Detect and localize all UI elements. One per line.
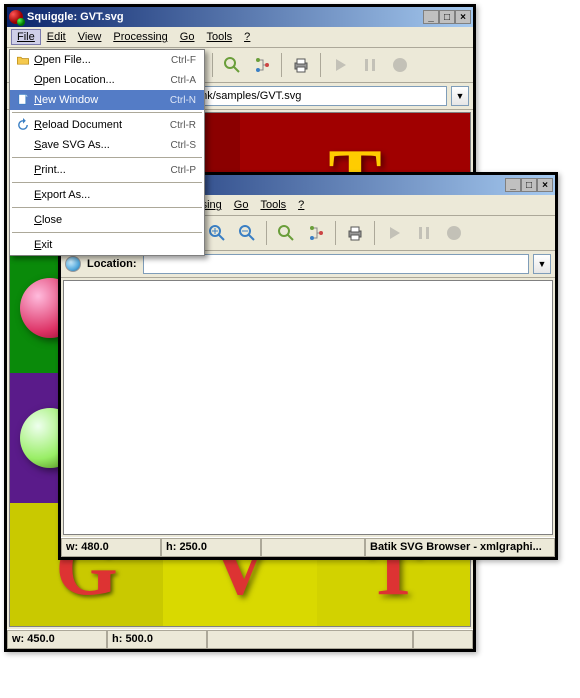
- close-button[interactable]: ×: [537, 178, 553, 192]
- menu-help[interactable]: ?: [238, 29, 256, 45]
- window-title: Squiggle: GVT.svg: [27, 11, 423, 23]
- status-width: w: 480.0: [61, 538, 161, 557]
- status-height: h: 250.0: [161, 538, 261, 557]
- menu-go[interactable]: Go: [174, 29, 201, 45]
- menu-item-reload-document[interactable]: Reload DocumentCtrl-R: [10, 115, 204, 135]
- dom-viewer-button[interactable]: [272, 219, 300, 247]
- menu-item-label: Save SVG As...: [32, 139, 170, 151]
- menu-processing[interactable]: Processing: [107, 29, 173, 45]
- location-input[interactable]: [143, 254, 530, 274]
- menu-item-shortcut: Ctrl-R: [170, 120, 200, 131]
- app-icon: [9, 10, 23, 24]
- menu-separator: [12, 112, 202, 113]
- chevron-down-icon: ▼: [456, 92, 465, 101]
- menu-help[interactable]: ?: [292, 197, 310, 213]
- menu-tools[interactable]: Tools: [254, 197, 292, 213]
- globe-icon: [65, 256, 81, 272]
- menu-item-save-svg-as[interactable]: Save SVG As...Ctrl-S: [10, 135, 204, 155]
- reload-icon: [14, 118, 32, 132]
- tree-button[interactable]: [302, 219, 330, 247]
- folder-icon: [14, 53, 32, 67]
- menu-separator: [12, 182, 202, 183]
- dom-viewer-button[interactable]: [218, 51, 246, 79]
- location-dropdown[interactable]: ▼: [451, 86, 469, 106]
- menu-item-print[interactable]: Print...Ctrl-P: [10, 160, 204, 180]
- canvas[interactable]: [63, 280, 553, 535]
- menu-item-shortcut: Ctrl-F: [171, 55, 200, 66]
- menu-separator: [12, 232, 202, 233]
- chevron-down-icon: ▼: [538, 260, 547, 269]
- location-label: Location:: [85, 258, 139, 270]
- status-height: h: 500.0: [107, 630, 207, 649]
- titlebar[interactable]: Squiggle: GVT.svg _ □ ×: [7, 7, 473, 27]
- menu-go[interactable]: Go: [228, 197, 255, 213]
- toolbar-separator: [374, 221, 375, 245]
- toolbar-separator: [266, 221, 267, 245]
- toolbar-separator: [335, 221, 336, 245]
- menu-separator: [12, 207, 202, 208]
- close-button[interactable]: ×: [455, 10, 471, 24]
- zoom-in-button[interactable]: [203, 219, 231, 247]
- stop-button[interactable]: [440, 219, 468, 247]
- menu-item-label: Exit: [32, 239, 196, 251]
- menu-item-label: Open Location...: [32, 74, 170, 86]
- pause-button[interactable]: [356, 51, 384, 79]
- menu-item-label: Print...: [32, 164, 170, 176]
- file-menu-dropdown: Open File...Ctrl-FOpen Location...Ctrl-A…: [9, 49, 205, 256]
- menu-item-open-file[interactable]: Open File...Ctrl-F: [10, 50, 204, 70]
- toolbar-separator: [212, 53, 213, 77]
- status-spacer: [261, 538, 365, 557]
- play-button[interactable]: [326, 51, 354, 79]
- location-dropdown[interactable]: ▼: [533, 254, 551, 274]
- toolbar-separator: [320, 53, 321, 77]
- menu-view[interactable]: View: [72, 29, 108, 45]
- menu-item-shortcut: Ctrl-P: [170, 165, 200, 176]
- menu-item-close[interactable]: Close: [10, 210, 204, 230]
- minimize-button[interactable]: _: [505, 178, 521, 192]
- print-button[interactable]: [287, 51, 315, 79]
- maximize-button[interactable]: □: [439, 10, 455, 24]
- menu-tools[interactable]: Tools: [200, 29, 238, 45]
- menu-edit[interactable]: Edit: [41, 29, 72, 45]
- menu-item-shortcut: Ctrl-N: [170, 95, 200, 106]
- status-width: w: 450.0: [7, 630, 107, 649]
- play-button[interactable]: [380, 219, 408, 247]
- menu-item-shortcut: Ctrl-S: [170, 140, 200, 151]
- maximize-button[interactable]: □: [521, 178, 537, 192]
- zoom-out-button[interactable]: [233, 219, 261, 247]
- menu-item-new-window[interactable]: New WindowCtrl-N: [10, 90, 204, 110]
- menu-item-label: Close: [32, 214, 196, 226]
- menu-item-export-as[interactable]: Export As...: [10, 185, 204, 205]
- menu-item-label: Export As...: [32, 189, 196, 201]
- tree-button[interactable]: [248, 51, 276, 79]
- menu-item-open-location[interactable]: Open Location...Ctrl-A: [10, 70, 204, 90]
- toolbar-separator: [281, 53, 282, 77]
- menu-separator: [12, 157, 202, 158]
- status-message: Batik SVG Browser - xmlgraphi...: [365, 538, 555, 557]
- menu-item-label: Reload Document: [32, 119, 170, 131]
- minimize-button[interactable]: _: [423, 10, 439, 24]
- menu-item-shortcut: Ctrl-A: [170, 75, 200, 86]
- menu-file[interactable]: File: [11, 29, 41, 45]
- statusbar: w: 480.0 h: 250.0 Batik SVG Browser - xm…: [61, 537, 555, 557]
- doc-icon: [14, 93, 32, 107]
- pause-button[interactable]: [410, 219, 438, 247]
- status-extra: [413, 630, 473, 649]
- print-button[interactable]: [341, 219, 369, 247]
- status-spacer: [207, 630, 413, 649]
- stop-button[interactable]: [386, 51, 414, 79]
- menu-item-label: New Window: [32, 94, 170, 106]
- menu-item-exit[interactable]: Exit: [10, 235, 204, 255]
- menu-item-label: Open File...: [32, 54, 171, 66]
- statusbar: w: 450.0 h: 500.0: [7, 629, 473, 649]
- menubar: File Edit View Processing Go Tools ?: [7, 27, 473, 48]
